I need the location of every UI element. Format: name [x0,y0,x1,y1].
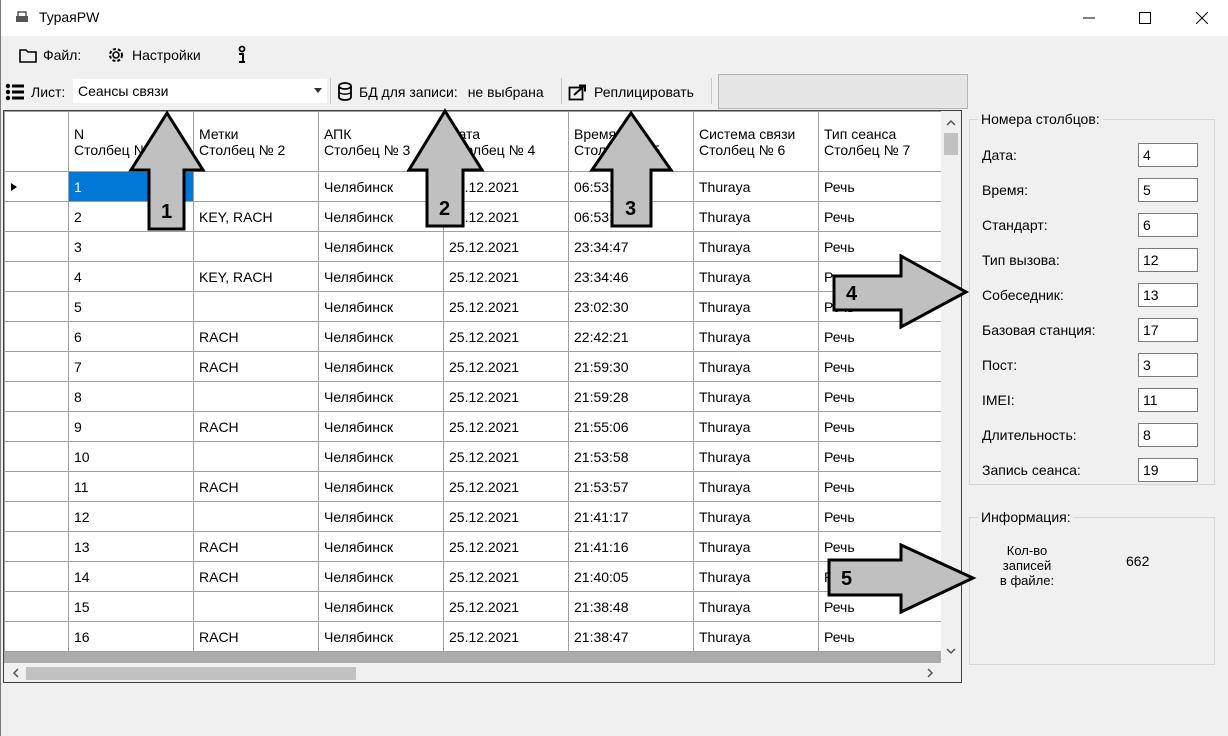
annotation-label-2: 2 [439,198,450,220]
annotation-layer: 1 2 3 4 5 [128,108,977,615]
annotation-label-3: 3 [625,198,636,220]
annotation-label-5: 5 [841,568,852,590]
annotation-label-1: 1 [161,201,172,223]
app-window: ТураяPW Файл: Настройки Лист: Сеансы свя… [0,0,1228,736]
annotation-label-4: 4 [846,283,858,305]
